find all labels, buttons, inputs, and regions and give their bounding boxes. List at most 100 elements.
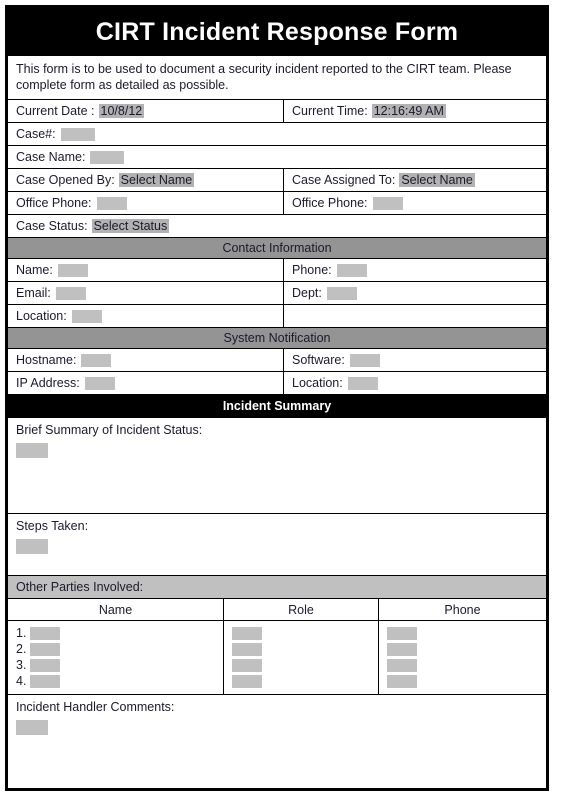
contact-email-label: Email: [16, 286, 51, 300]
column-header-phone: Phone [379, 599, 546, 621]
row-hostname-software: Hostname: Software: [8, 348, 546, 371]
table-row[interactable]: 3. [8, 657, 223, 673]
row-contact-email-dept: Email: Dept: [8, 281, 546, 304]
field-contact-location[interactable]: Location: [8, 305, 284, 327]
case-name-label: Case Name: [16, 150, 86, 164]
section-header-other-parties: Other Parties Involved: [8, 575, 546, 598]
table-row[interactable] [379, 673, 546, 689]
party-name-input-3[interactable] [30, 658, 60, 672]
field-software[interactable]: Software: [284, 349, 546, 371]
contact-dept-input[interactable] [326, 286, 357, 300]
table-row[interactable] [224, 673, 378, 689]
field-brief-summary[interactable]: Brief Summary of Incident Status: [8, 417, 546, 513]
case-name-input[interactable] [90, 150, 125, 164]
table-row[interactable] [224, 657, 378, 673]
row-number-1: 1. [16, 626, 27, 640]
party-phone-input-3[interactable] [387, 658, 417, 672]
field-system-location[interactable]: Location: [284, 372, 546, 394]
brief-summary-textarea[interactable] [16, 443, 48, 458]
office-phone-right-label: Office Phone: [292, 196, 368, 210]
party-name-input-2[interactable] [30, 642, 60, 656]
case-status-select[interactable]: Select Status [91, 219, 170, 233]
case-number-input[interactable] [60, 127, 95, 141]
field-contact-dept[interactable]: Dept: [284, 282, 546, 304]
section-header-system-notification: System Notification [8, 327, 546, 348]
incident-handler-comments-label: Incident Handler Comments: [16, 700, 175, 714]
current-date-value[interactable]: 10/8/12 [98, 104, 145, 118]
party-name-input-4[interactable] [30, 674, 60, 688]
party-phone-input-1[interactable] [387, 626, 417, 640]
office-phone-right-input[interactable] [372, 196, 403, 210]
system-location-input[interactable] [347, 376, 378, 390]
field-steps-taken[interactable]: Steps Taken: [8, 513, 546, 575]
table-row[interactable] [379, 625, 546, 641]
contact-dept-label: Dept: [292, 286, 322, 300]
field-office-phone-assigned-to[interactable]: Office Phone: [284, 192, 546, 214]
field-case-number[interactable]: Case#: [8, 123, 546, 145]
steps-taken-textarea[interactable] [16, 539, 48, 554]
section-header-incident-summary: Incident Summary [8, 394, 546, 417]
current-time-label: Current Time: [292, 104, 368, 118]
column-header-role: Role [224, 599, 379, 621]
field-ip-address[interactable]: IP Address: [8, 372, 284, 394]
party-role-input-4[interactable] [232, 674, 262, 688]
party-role-input-3[interactable] [232, 658, 262, 672]
case-assigned-to-select[interactable]: Select Name [399, 173, 475, 187]
row-contact-location: Location: [8, 304, 546, 327]
row-date-time: Current Date : 10/8/12 Current Time: 12:… [8, 99, 546, 122]
system-location-label: Location: [292, 376, 343, 390]
form-title: CIRT Incident Response Form [8, 8, 546, 56]
field-case-opened-by[interactable]: Case Opened By: Select Name [8, 169, 284, 191]
other-parties-name-column: 1. 2. 3. 4. [8, 621, 224, 694]
field-office-phone-opened-by[interactable]: Office Phone: [8, 192, 284, 214]
contact-name-label: Name: [16, 263, 53, 277]
other-parties-table: Name Role Phone 1. 2. 3. 4. [8, 598, 546, 694]
row-ip-location: IP Address: Location: [8, 371, 546, 394]
ip-address-input[interactable] [84, 376, 115, 390]
software-input[interactable] [349, 353, 380, 367]
table-row[interactable]: 2. [8, 641, 223, 657]
case-opened-by-select[interactable]: Select Name [118, 173, 195, 187]
contact-name-input[interactable] [57, 263, 88, 277]
other-parties-body-row: 1. 2. 3. 4. [8, 621, 546, 694]
table-row[interactable] [224, 641, 378, 657]
field-case-name[interactable]: Case Name: [8, 146, 546, 168]
table-row[interactable]: 4. [8, 673, 223, 689]
row-contact-name-phone: Name: Phone: [8, 258, 546, 281]
table-row[interactable] [379, 641, 546, 657]
field-hostname[interactable]: Hostname: [8, 349, 284, 371]
contact-location-input[interactable] [71, 309, 102, 323]
table-row[interactable]: 1. [8, 625, 223, 641]
field-incident-handler-comments[interactable]: Incident Handler Comments: [8, 694, 546, 772]
field-contact-phone[interactable]: Phone: [284, 259, 546, 281]
party-role-input-2[interactable] [232, 642, 262, 656]
party-role-input-1[interactable] [232, 626, 262, 640]
contact-email-input[interactable] [55, 286, 86, 300]
case-opened-by-label: Case Opened By: [16, 173, 115, 187]
form-intro-text: This form is to be used to document a se… [16, 62, 512, 92]
party-phone-input-2[interactable] [387, 642, 417, 656]
row-case-name: Case Name: [8, 145, 546, 168]
contact-phone-input[interactable] [336, 263, 367, 277]
incident-handler-comments-textarea[interactable] [16, 720, 48, 735]
field-contact-name[interactable]: Name: [8, 259, 284, 281]
brief-summary-label: Brief Summary of Incident Status: [16, 423, 203, 437]
field-contact-email[interactable]: Email: [8, 282, 284, 304]
field-current-time[interactable]: Current Time: 12:16:49 AM [284, 100, 546, 122]
party-name-input-1[interactable] [30, 626, 60, 640]
office-phone-left-input[interactable] [96, 196, 127, 210]
field-current-date[interactable]: Current Date : 10/8/12 [8, 100, 284, 122]
party-phone-input-4[interactable] [387, 674, 417, 688]
row-case-number: Case#: [8, 122, 546, 145]
table-row[interactable] [379, 657, 546, 673]
field-case-assigned-to[interactable]: Case Assigned To: Select Name [284, 169, 546, 191]
row-number-4: 4. [16, 674, 27, 688]
table-row[interactable] [224, 625, 378, 641]
software-label: Software: [292, 353, 345, 367]
other-parties-header-row: Name Role Phone [8, 599, 546, 621]
current-time-value[interactable]: 12:16:49 AM [371, 104, 446, 118]
hostname-label: Hostname: [16, 353, 77, 367]
hostname-input[interactable] [81, 353, 112, 367]
field-case-status[interactable]: Case Status: Select Status [8, 215, 546, 237]
row-case-owner: Case Opened By: Select Name Case Assigne… [8, 168, 546, 191]
